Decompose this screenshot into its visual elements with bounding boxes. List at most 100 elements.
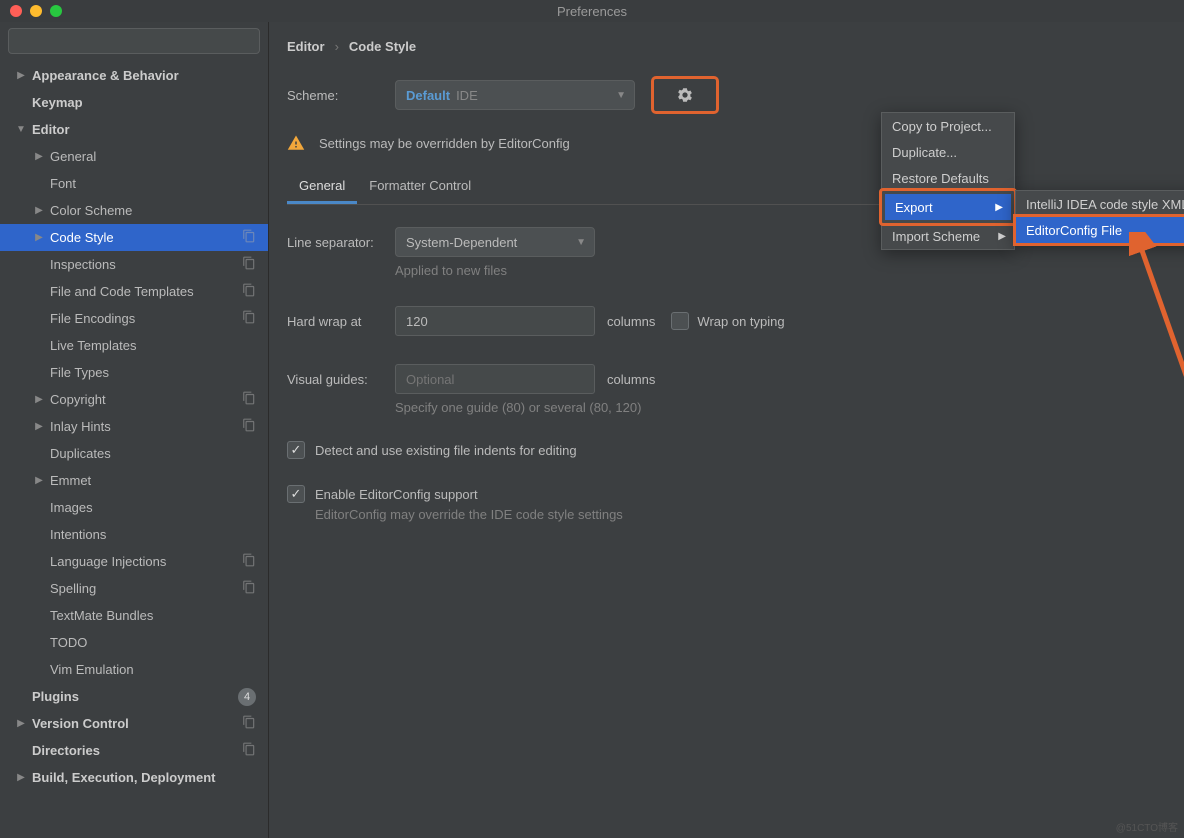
window-title: Preferences [557, 4, 627, 19]
sidebar-item-label: Color Scheme [50, 203, 132, 218]
scheme-actions-menu: Copy to Project... Duplicate... Restore … [881, 112, 1015, 250]
sidebar-item-directories[interactable]: Directories [0, 737, 268, 764]
sidebar-item-todo[interactable]: TODO [0, 629, 268, 656]
preferences-sidebar: ▶Appearance & BehaviorKeymap▼Editor▶Gene… [0, 22, 269, 838]
sidebar-item-font[interactable]: Font [0, 170, 268, 197]
chevron-right-icon: ▶ [32, 232, 46, 243]
sidebar-item-color-scheme[interactable]: ▶Color Scheme [0, 197, 268, 224]
export-editorconfig-file[interactable]: EditorConfig File [1016, 217, 1184, 243]
window-close-button[interactable] [10, 5, 22, 17]
sidebar-item-label: TextMate Bundles [50, 608, 153, 623]
project-scope-icon [242, 391, 256, 408]
scheme-label: Scheme: [287, 88, 395, 103]
scheme-actions-gear-button[interactable] [651, 76, 719, 114]
sidebar-item-file-and-code-templates[interactable]: File and Code Templates [0, 278, 268, 305]
sidebar-item-file-types[interactable]: File Types [0, 359, 268, 386]
sidebar-item-label: Font [50, 176, 76, 191]
sidebar-item-images[interactable]: Images [0, 494, 268, 521]
wrap-on-typing-checkbox[interactable] [671, 312, 689, 330]
sidebar-item-build-execution-deployment[interactable]: ▶Build, Execution, Deployment [0, 764, 268, 791]
preferences-search-input[interactable] [8, 28, 260, 54]
sidebar-item-label: Intentions [50, 527, 106, 542]
sidebar-item-label: Version Control [32, 716, 129, 731]
export-intellij-xml[interactable]: IntelliJ IDEA code style XML [1016, 191, 1184, 217]
menu-import-scheme[interactable]: Import Scheme ▶ [882, 223, 1014, 249]
warning-text: Settings may be overridden by EditorConf… [319, 136, 570, 151]
sidebar-item-file-encodings[interactable]: File Encodings [0, 305, 268, 332]
scheme-primary: Default [406, 88, 450, 103]
sidebar-item-spelling[interactable]: Spelling [0, 575, 268, 602]
window-minimize-button[interactable] [30, 5, 42, 17]
visual-guides-hint: Specify one guide (80) or several (80, 1… [287, 400, 1166, 415]
warning-icon [287, 134, 305, 152]
sidebar-item-appearance-behavior[interactable]: ▶Appearance & Behavior [0, 62, 268, 89]
line-separator-value: System-Dependent [406, 235, 517, 250]
sidebar-item-label: Live Templates [50, 338, 136, 353]
sidebar-item-label: Emmet [50, 473, 91, 488]
sidebar-item-editor[interactable]: ▼Editor [0, 116, 268, 143]
menu-copy-to-project[interactable]: Copy to Project... [882, 113, 1014, 139]
detect-indents-label: Detect and use existing file indents for… [315, 443, 577, 458]
sidebar-item-code-style[interactable]: ▶Code Style [0, 224, 268, 251]
menu-duplicate[interactable]: Duplicate... [882, 139, 1014, 165]
sidebar-item-textmate-bundles[interactable]: TextMate Bundles [0, 602, 268, 629]
visual-guides-input[interactable] [395, 364, 595, 394]
project-scope-icon [242, 742, 256, 759]
sidebar-item-vim-emulation[interactable]: Vim Emulation [0, 656, 268, 683]
menu-restore-defaults[interactable]: Restore Defaults [882, 165, 1014, 191]
chevron-right-icon: ▶ [14, 772, 28, 783]
project-scope-icon [242, 256, 256, 273]
chevron-right-icon: ▶ [32, 421, 46, 432]
sidebar-item-label: File and Code Templates [50, 284, 194, 299]
scheme-secondary: IDE [456, 88, 478, 103]
sidebar-item-copyright[interactable]: ▶Copyright [0, 386, 268, 413]
chevron-right-icon: ▶ [14, 718, 28, 729]
watermark: @51CTO博客 [1116, 819, 1178, 834]
breadcrumb-root[interactable]: Editor [287, 39, 325, 54]
enable-editorconfig-label: Enable EditorConfig support [315, 487, 478, 502]
breadcrumb-separator: › [335, 39, 339, 54]
visual-guides-label: Visual guides: [287, 372, 395, 387]
sidebar-item-label: File Types [50, 365, 109, 380]
sidebar-item-language-injections[interactable]: Language Injections [0, 548, 268, 575]
scheme-select[interactable]: Default IDE ▼ [395, 80, 635, 110]
window-controls [0, 5, 62, 17]
menu-export-label: Export [895, 200, 933, 215]
sidebar-item-general[interactable]: ▶ General [0, 143, 268, 170]
sidebar-item-live-templates[interactable]: Live Templates [0, 332, 268, 359]
chevron-right-icon: ▶ [32, 151, 46, 162]
sidebar-item-label: Images [50, 500, 93, 515]
sidebar-item-duplicates[interactable]: Duplicates [0, 440, 268, 467]
sidebar-item-label: Duplicates [50, 446, 111, 461]
project-scope-icon [242, 418, 256, 435]
sidebar-item-plugins[interactable]: Plugins4 [0, 683, 268, 710]
sidebar-item-label: Directories [32, 743, 100, 758]
enable-editorconfig-checkbox[interactable] [287, 485, 305, 503]
sidebar-item-emmet[interactable]: ▶Emmet [0, 467, 268, 494]
sidebar-item-label: Appearance & Behavior [32, 68, 179, 83]
sidebar-item-keymap[interactable]: Keymap [0, 89, 268, 116]
menu-export[interactable]: Export ▶ [885, 194, 1011, 220]
chevron-right-icon: ▶ [32, 394, 46, 405]
wrap-on-typing-label: Wrap on typing [697, 314, 784, 329]
sidebar-item-label: General [50, 149, 96, 164]
window-maximize-button[interactable] [50, 5, 62, 17]
preferences-tree: ▶Appearance & BehaviorKeymap▼Editor▶Gene… [0, 60, 268, 838]
project-scope-icon [242, 310, 256, 327]
sidebar-item-intentions[interactable]: Intentions [0, 521, 268, 548]
hard-wrap-label: Hard wrap at [287, 314, 395, 329]
hard-wrap-input[interactable] [395, 306, 595, 336]
menu-import-scheme-label: Import Scheme [892, 229, 980, 244]
sidebar-item-inspections[interactable]: Inspections [0, 251, 268, 278]
line-separator-select[interactable]: System-Dependent ▼ [395, 227, 595, 257]
sidebar-item-label: Spelling [50, 581, 96, 596]
tab-general[interactable]: General [287, 170, 357, 204]
sidebar-item-inlay-hints[interactable]: ▶Inlay Hints [0, 413, 268, 440]
sidebar-item-version-control[interactable]: ▶ Version Control [0, 710, 268, 737]
tab-formatter-control[interactable]: Formatter Control [357, 170, 483, 204]
line-separator-label: Line separator: [287, 235, 395, 250]
chevron-down-icon: ▼ [14, 124, 28, 135]
chevron-down-icon: ▼ [576, 237, 586, 248]
detect-indents-checkbox[interactable] [287, 441, 305, 459]
sidebar-item-label: Inspections [50, 257, 116, 272]
